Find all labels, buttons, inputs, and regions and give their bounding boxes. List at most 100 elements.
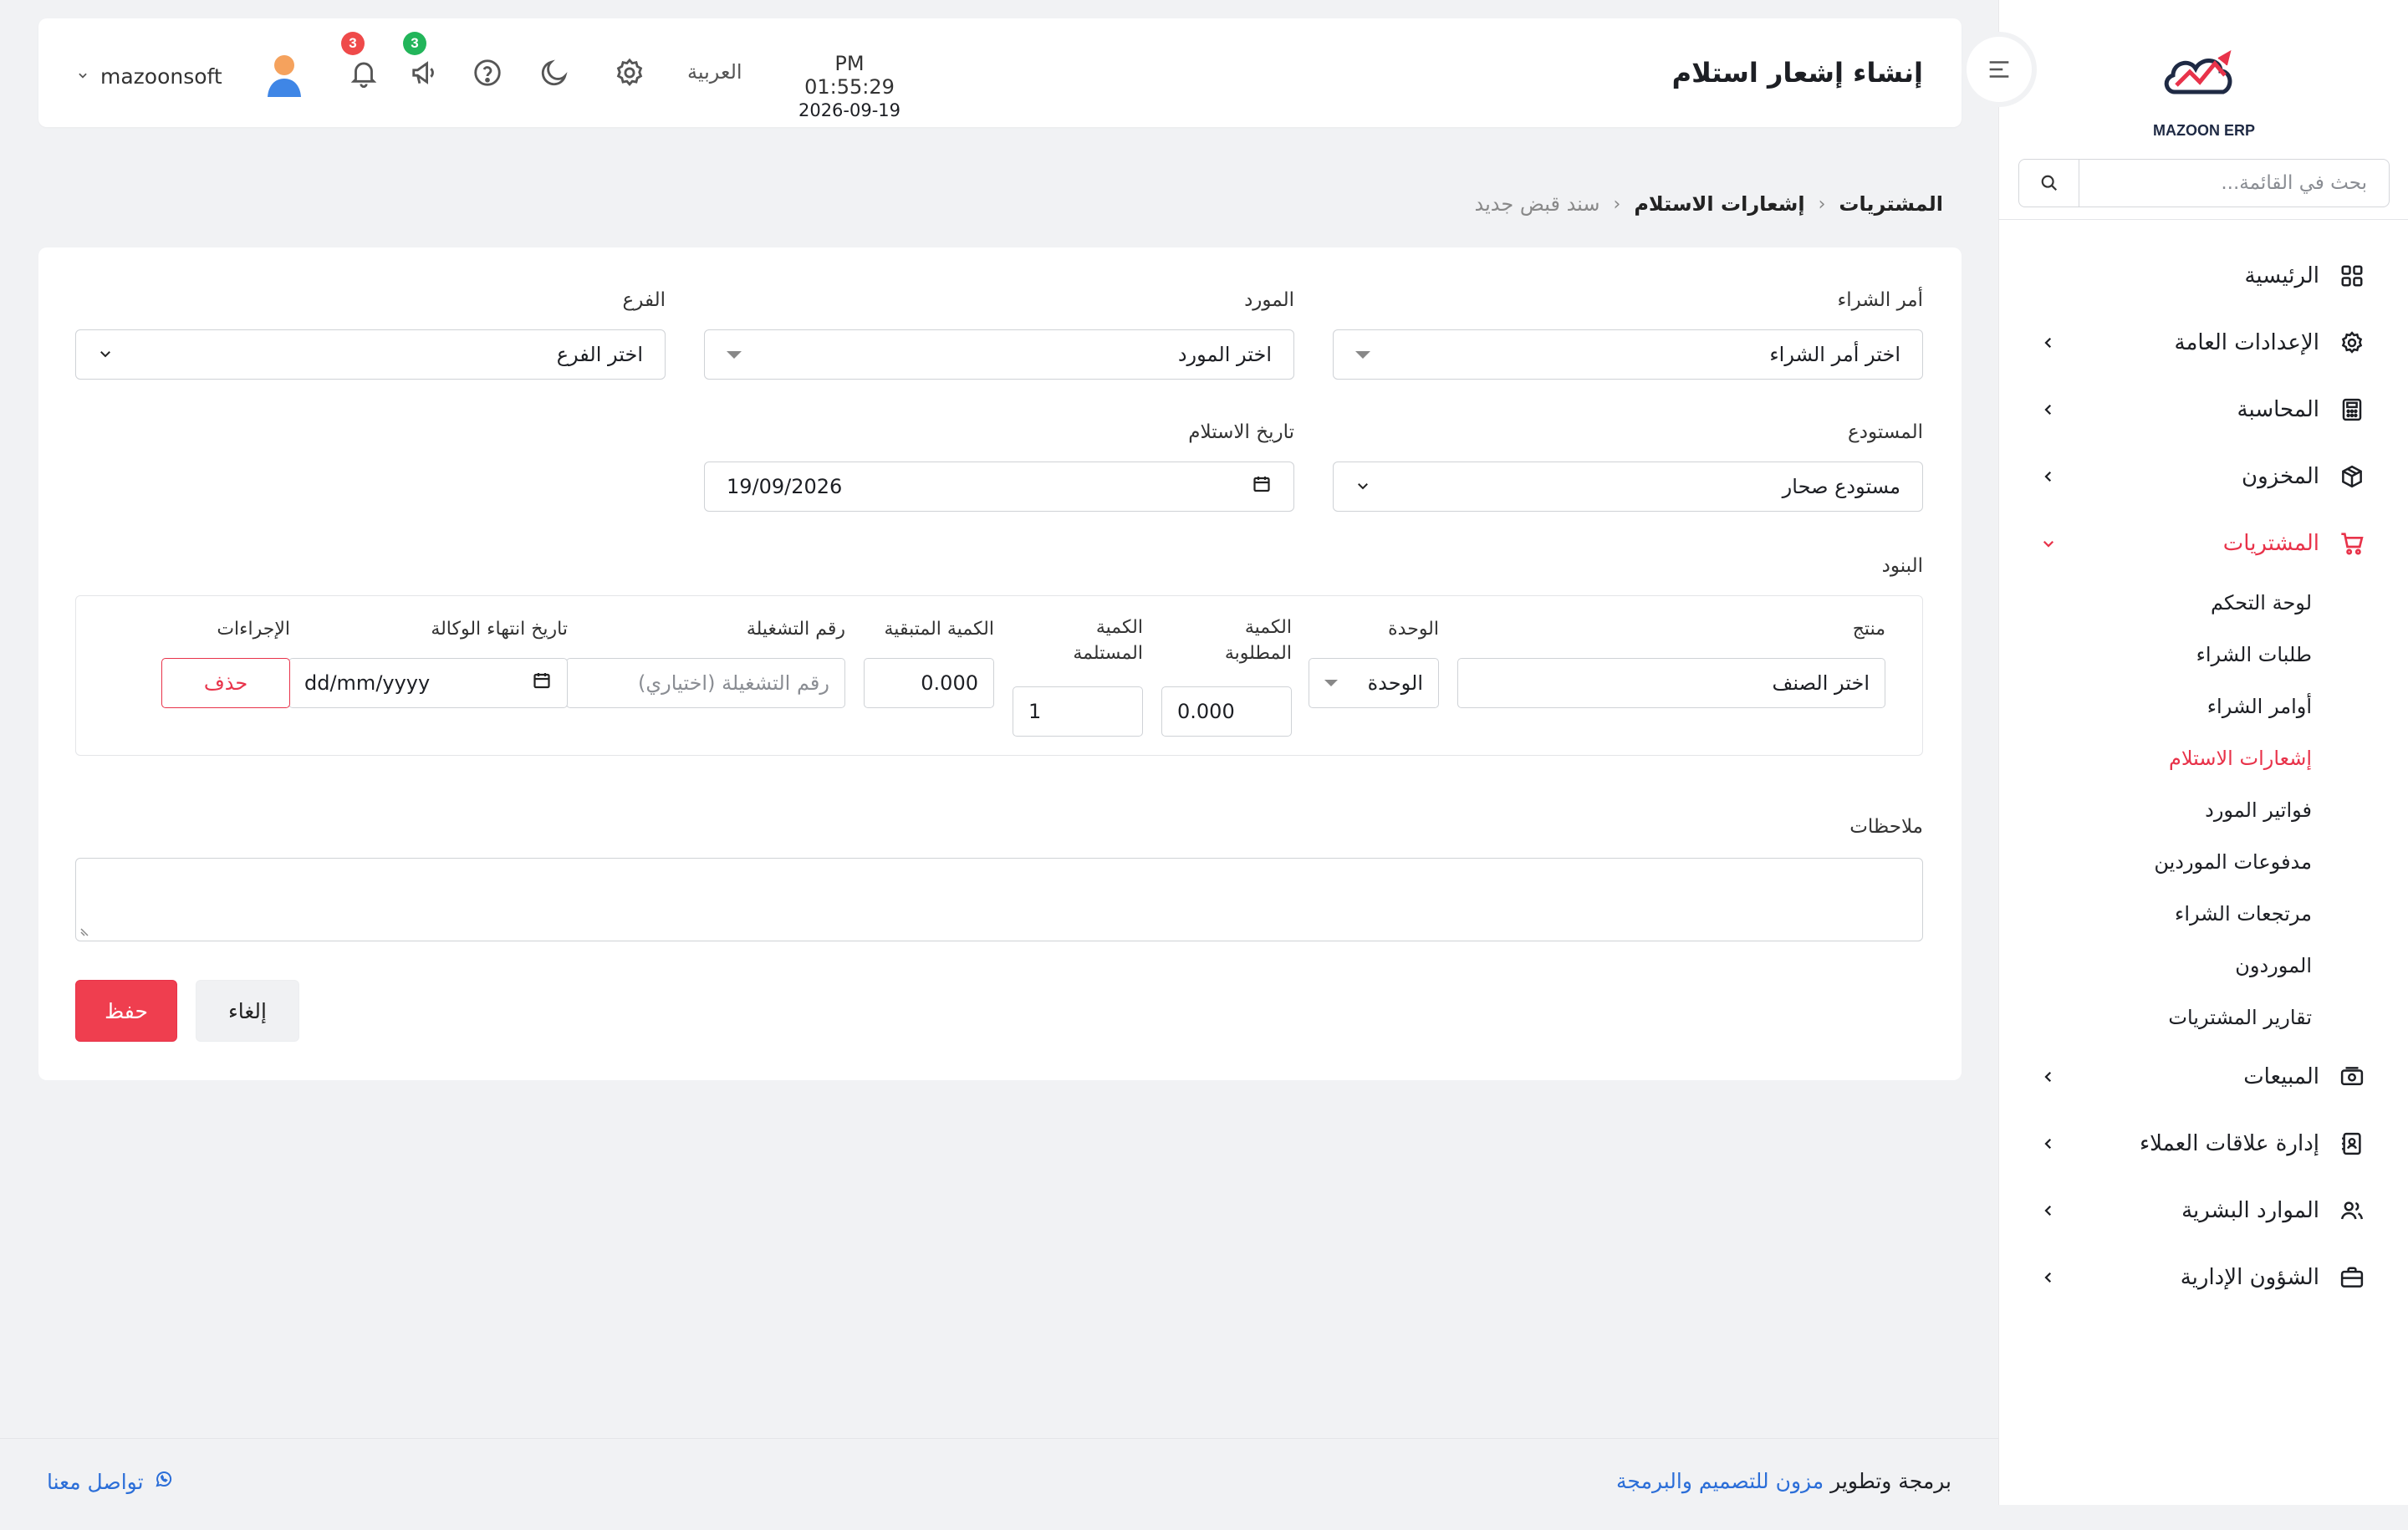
cancel-button[interactable]: إلغاء — [196, 980, 299, 1042]
chevron-left-icon — [2038, 467, 2059, 487]
users-icon — [2338, 1196, 2366, 1225]
moon-icon[interactable] — [535, 54, 574, 92]
bell-icon[interactable]: 3 — [341, 32, 383, 92]
chevron-down-icon — [2038, 533, 2059, 553]
submenu-item-receipt-notes[interactable]: إشعارات الاستلام — [1998, 732, 2312, 784]
col-header-unit: الوحدة — [1388, 619, 1439, 640]
sidebar-item-label: المخزون — [2242, 464, 2319, 489]
sidebar-item-general-settings[interactable]: الإعدادات العامة — [1998, 309, 2408, 376]
purchase-order-select[interactable]: اختر أمر الشراء — [1333, 329, 1923, 380]
breadcrumb-purchases[interactable]: المشتريات — [1839, 192, 1943, 216]
branch-select[interactable]: اختر الفرع — [75, 329, 666, 380]
submenu-item-purchase-reports[interactable]: تقارير المشتريات — [1998, 992, 2312, 1043]
top-bar: إنشاء إشعار استلام PM 01:55:29 2026-09-1… — [38, 18, 1962, 127]
help-icon[interactable] — [468, 54, 507, 92]
hamburger-icon — [1989, 61, 2009, 78]
sidebar-item-home[interactable]: الرئيسية — [1998, 242, 2408, 309]
required-qty-input[interactable]: 0.000 — [1161, 686, 1292, 737]
language-switch[interactable]: العربية — [687, 60, 742, 84]
footer: برمجة وتطوير مزون للتصميم والبرمجة تواصل… — [0, 1438, 1998, 1505]
save-button[interactable]: حفظ — [75, 980, 177, 1042]
chevron-left-icon — [2038, 1067, 2059, 1087]
col-header-actions: الإجراءات — [217, 619, 290, 640]
col-header-agency-expiry: تاريخ انتهاء الوكالة — [431, 619, 568, 640]
whatsapp-icon — [154, 1469, 174, 1494]
unit-select[interactable]: الوحدة — [1309, 658, 1439, 708]
purchase-order-value: اختر أمر الشراء — [1769, 343, 1900, 366]
submenu-item-purchase-orders[interactable]: أوامر الشراء — [1998, 681, 2312, 732]
page-title: إنشاء إشعار استلام — [1671, 57, 1923, 89]
sidebar-item-label: المشتريات — [2222, 531, 2319, 556]
announcements-badge: 3 — [403, 32, 426, 55]
brand-logo[interactable]: MAZOON ERP — [2150, 33, 2258, 139]
breadcrumb: المشتريات ‹ إشعارات الاستلام ‹ سند قبض ج… — [1474, 192, 1943, 216]
footer-company-link[interactable]: مزون للتصميم والبرمجة — [1616, 1469, 1824, 1493]
contact-us-link[interactable]: تواصل معنا — [47, 1469, 174, 1494]
received-qty-value: 1 — [1028, 700, 1042, 723]
delete-row-button[interactable]: حذف — [161, 658, 290, 708]
notes-textarea[interactable] — [75, 858, 1923, 941]
resize-handle-icon[interactable] — [79, 924, 93, 937]
contacts-icon — [2338, 1130, 2366, 1158]
sidebar-item-admin-affairs[interactable]: الشؤون الإدارية — [1998, 1244, 2408, 1311]
sidebar-item-purchases[interactable]: المشتريات — [1998, 510, 2408, 577]
sidebar-item-accounting[interactable]: المحاسبة — [1998, 376, 2408, 443]
agency-expiry-input[interactable]: dd/mm/yyyy — [288, 658, 568, 708]
sidebar-item-label: إدارة علاقات العملاء — [2139, 1131, 2319, 1156]
gear-icon — [2338, 329, 2366, 357]
warehouse-select[interactable]: مستودع صحار — [1333, 462, 1923, 512]
sidebar-item-hr[interactable]: الموارد البشرية — [1998, 1177, 2408, 1244]
receipt-date-value: 19/09/2026 — [727, 475, 843, 498]
submenu-item-dashboard[interactable]: لوحة التحكم — [1998, 577, 2312, 629]
branch-label: الفرع — [622, 289, 666, 311]
megaphone-icon[interactable]: 3 — [403, 32, 445, 92]
warehouse-value: مستودع صحار — [1782, 475, 1900, 498]
calendar-icon[interactable] — [1252, 474, 1272, 499]
clock-date: 2026-09-19 — [798, 100, 901, 120]
caret-down-icon — [1324, 680, 1338, 686]
remaining-qty-input[interactable]: 0.000 — [864, 658, 994, 708]
agency-expiry-placeholder: dd/mm/yyyy — [304, 671, 431, 695]
settings-gear-icon[interactable] — [610, 54, 649, 92]
received-qty-input[interactable]: 1 — [1013, 686, 1143, 737]
sidebar-item-label: الإعدادات العامة — [2174, 330, 2319, 355]
submenu-item-suppliers[interactable]: الموردون — [1998, 940, 2312, 992]
batch-no-input[interactable]: رقم التشغيلة (اختياري) — [566, 658, 845, 708]
user-menu[interactable]: mazoonsoft — [77, 52, 304, 100]
receipt-date-input[interactable]: 19/09/2026 — [704, 462, 1294, 512]
sidebar-item-label: المبيعات — [2243, 1064, 2319, 1089]
breadcrumb-receipt-notes[interactable]: إشعارات الاستلام — [1634, 192, 1804, 216]
product-select[interactable]: اختر الصنف — [1457, 658, 1885, 708]
sidebar-search-input[interactable] — [2079, 160, 2389, 207]
unit-value: الوحدة — [1367, 671, 1423, 695]
sidebar-item-sales[interactable]: المبيعات — [1998, 1043, 2408, 1110]
col-header-product: منتج — [1852, 619, 1885, 640]
username: mazoonsoft — [100, 64, 222, 89]
breadcrumb-current: سند قبض جديد — [1474, 192, 1600, 216]
chevron-left-icon — [2038, 1134, 2059, 1154]
supplier-value: اختر المورد — [1177, 343, 1272, 366]
submenu-item-supplier-payments[interactable]: مدفوعات الموردين — [1998, 836, 2312, 888]
receipt-form-card: أمر الشراء اختر أمر الشراء المورد اختر ا… — [38, 247, 1962, 1080]
submenu-item-purchase-returns[interactable]: مرتجعات الشراء — [1998, 888, 2312, 940]
chevron-left-icon — [2038, 333, 2059, 353]
remaining-qty-value: 0.000 — [921, 671, 978, 695]
cart-icon — [2338, 529, 2366, 558]
box-icon — [2338, 462, 2366, 491]
submenu-item-purchase-requests[interactable]: طلبات الشراء — [1998, 629, 2312, 681]
search-icon[interactable] — [2019, 160, 2079, 207]
chevron-left-icon: ‹ — [1613, 193, 1621, 215]
contact-us-label: تواصل معنا — [47, 1469, 144, 1494]
sidebar-item-label: الرئيسية — [2244, 263, 2319, 288]
supplier-select[interactable]: اختر المورد — [704, 329, 1294, 380]
col-header-remaining-qty: الكمية المتبقية — [884, 619, 994, 640]
menu-toggle-button[interactable] — [1962, 32, 2037, 107]
grid-icon — [2338, 262, 2366, 290]
calendar-icon[interactable] — [532, 671, 552, 696]
supplier-label: المورد — [1244, 289, 1294, 311]
submenu-item-supplier-invoices[interactable]: فواتير المورد — [1998, 784, 2312, 836]
caret-down-icon — [727, 350, 742, 359]
sidebar-item-inventory[interactable]: المخزون — [1998, 443, 2408, 510]
footer-credit-prefix: برمجة وتطوير — [1830, 1469, 1951, 1493]
sidebar-item-crm[interactable]: إدارة علاقات العملاء — [1998, 1110, 2408, 1177]
